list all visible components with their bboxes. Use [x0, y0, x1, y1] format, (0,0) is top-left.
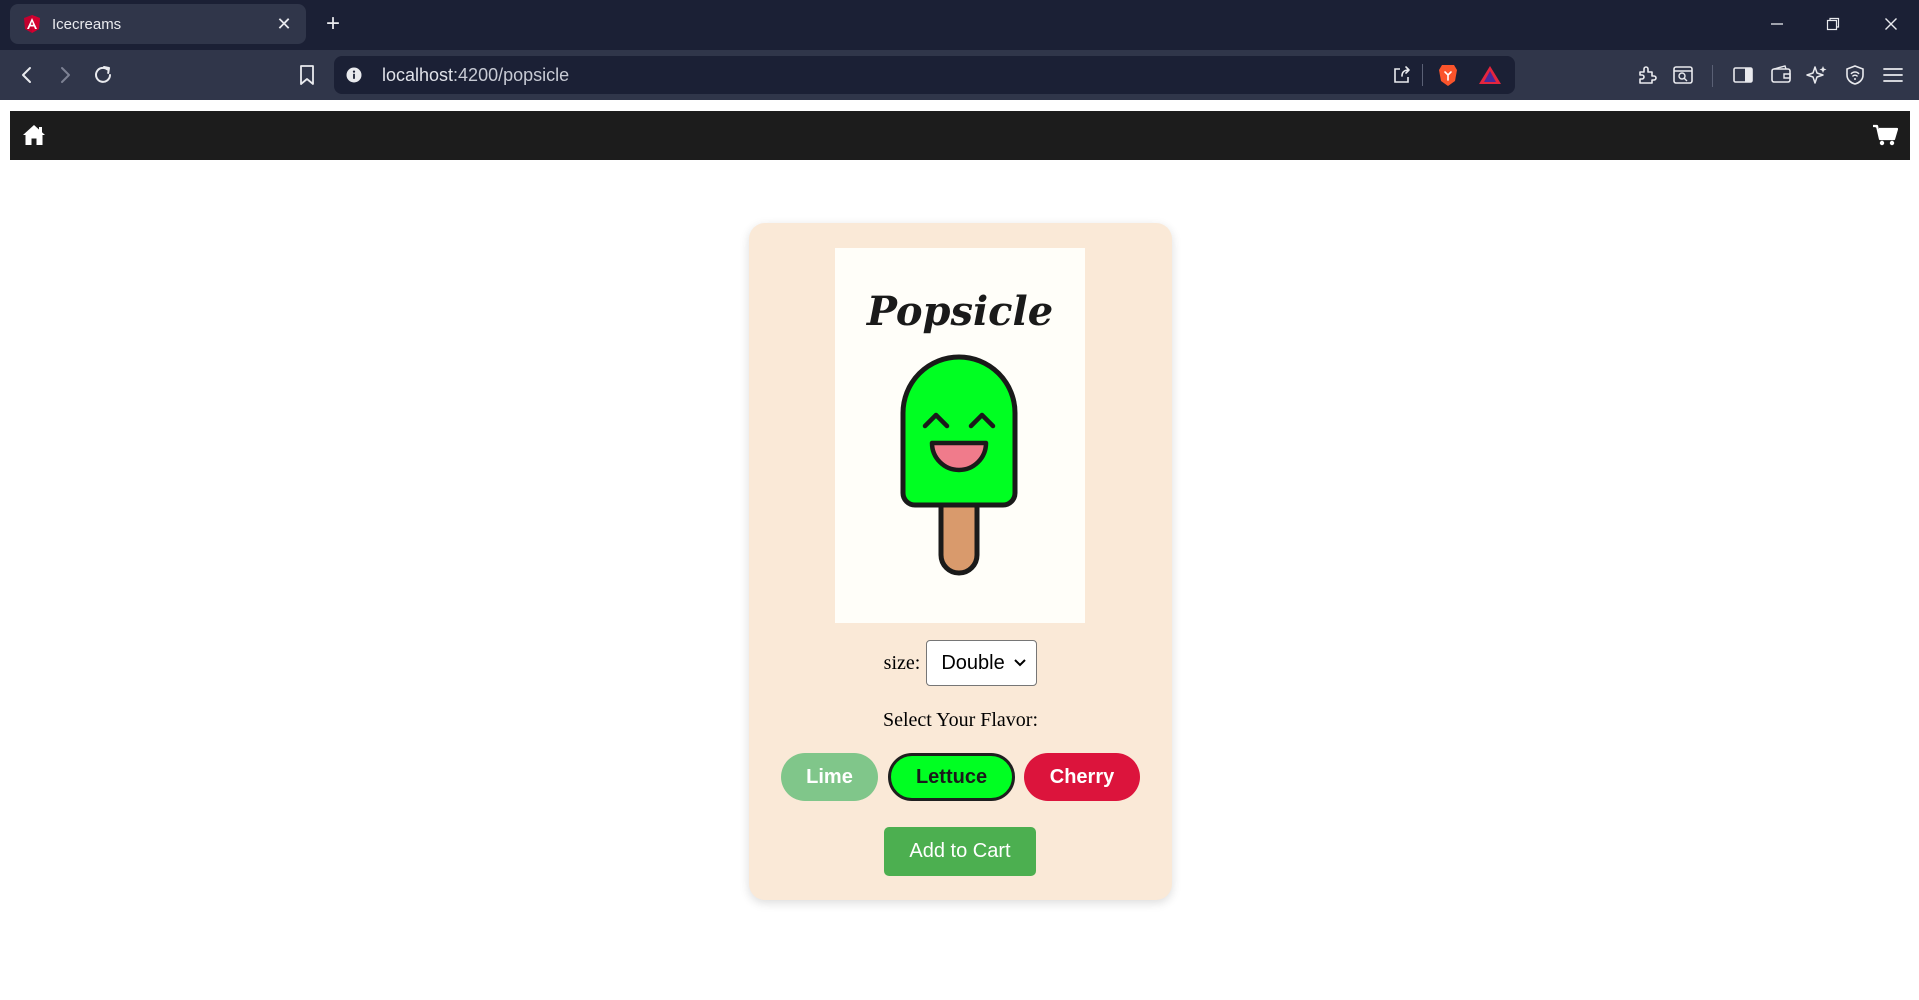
close-window-icon[interactable] [1876, 10, 1906, 38]
address-bar[interactable]: localhost:4200/popsicle [334, 56, 1515, 94]
site-info-icon[interactable] [346, 67, 362, 83]
extensions-icon[interactable] [1632, 60, 1662, 90]
leo-ai-icon[interactable] [1802, 60, 1832, 90]
sidebar-icon[interactable] [1728, 60, 1758, 90]
url-host: localhost [382, 65, 454, 85]
chevron-down-icon [1014, 659, 1027, 667]
reader-search-icon[interactable] [1668, 60, 1698, 90]
brave-shields-icon[interactable] [1437, 63, 1459, 87]
new-tab-button[interactable]: + [320, 11, 346, 37]
toolbar-divider [1712, 65, 1713, 87]
flavor-button-cherry[interactable]: Cherry [1024, 753, 1140, 801]
size-label: size: [883, 651, 921, 674]
home-icon[interactable] [22, 124, 46, 146]
back-icon[interactable] [12, 60, 42, 90]
product-card: Popsicle size: Double Select Your Flavor… [749, 223, 1172, 900]
product-image: Popsicle [835, 248, 1085, 623]
popsicle-illustration [900, 354, 1018, 576]
tab-close-icon[interactable]: ✕ [274, 15, 294, 33]
product-title: Popsicle [866, 288, 1054, 335]
restore-icon[interactable] [1818, 10, 1848, 38]
menu-icon[interactable] [1878, 60, 1908, 90]
bookmark-icon[interactable] [292, 60, 322, 90]
browser-toolbar: localhost:4200/popsicle [0, 50, 1919, 100]
url-path: :4200/popsicle [453, 65, 570, 85]
cart-icon[interactable] [1872, 124, 1898, 146]
size-row: size: Double [749, 640, 1172, 686]
reload-icon[interactable] [88, 60, 118, 90]
angular-favicon-icon [24, 15, 40, 33]
forward-icon[interactable] [50, 60, 80, 90]
flavor-button-lime[interactable]: Lime [781, 753, 878, 801]
vpn-shield-icon[interactable] [1840, 60, 1870, 90]
flavor-prompt: Select Your Flavor: [883, 709, 1038, 731]
url-text[interactable]: localhost:4200/popsicle [382, 65, 569, 86]
brave-rewards-icon[interactable] [1478, 65, 1502, 85]
url-divider [1422, 64, 1423, 86]
add-to-cart-button[interactable]: Add to Cart [884, 827, 1036, 876]
minimize-icon[interactable] [1762, 10, 1792, 38]
share-icon[interactable] [1391, 64, 1413, 86]
size-select[interactable]: Double [926, 640, 1038, 686]
flavor-button-lettuce[interactable]: Lettuce [888, 753, 1015, 801]
browser-tab-bar: Icecreams ✕ + [0, 0, 1919, 50]
site-navbar [10, 111, 1910, 160]
browser-tab[interactable]: Icecreams ✕ [10, 4, 306, 44]
size-selected-value: Double [941, 651, 1005, 674]
tab-title: Icecreams [52, 15, 122, 33]
wallet-icon[interactable] [1766, 60, 1796, 90]
